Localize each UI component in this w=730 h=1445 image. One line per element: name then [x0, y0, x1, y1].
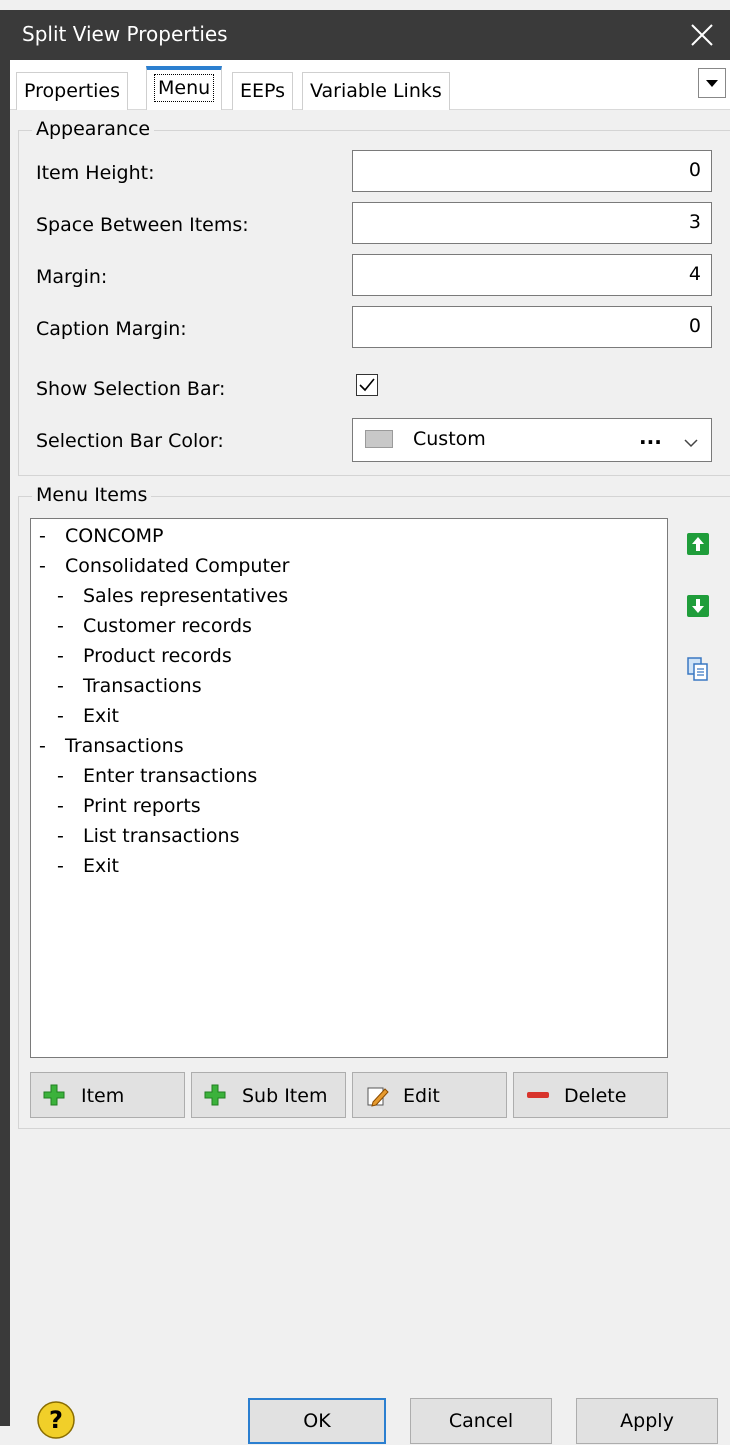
checkmark-icon [359, 378, 375, 392]
list-item[interactable]: - Consolidated Computer [39, 555, 289, 577]
move-down-icon[interactable] [686, 594, 710, 618]
list-item[interactable]: - Exit [57, 705, 119, 727]
menu-items-group-label: Menu Items [32, 484, 152, 506]
svg-text:?: ? [49, 1406, 63, 1434]
list-item[interactable]: - Transactions [39, 735, 184, 757]
list-item[interactable]: - Exit [57, 855, 119, 877]
caption-margin-label: Caption Margin: [36, 318, 187, 340]
selection-bar-color-label: Selection Bar Color: [36, 430, 224, 452]
pencil-icon [365, 1084, 389, 1113]
tab-variable-links[interactable]: Variable Links [302, 72, 450, 110]
margin-label: Margin: [36, 266, 108, 288]
apply-button[interactable]: Apply [576, 1398, 718, 1444]
add-sub-item-button[interactable]: Sub Item [191, 1072, 346, 1118]
window-frame-left [0, 10, 10, 1426]
caption-margin-field[interactable]: 0 [352, 306, 712, 348]
edit-button[interactable]: Edit [352, 1072, 507, 1118]
item-height-label: Item Height: [36, 162, 155, 184]
selection-bar-color-value: Custom [413, 428, 486, 450]
appearance-group-bottom [18, 475, 730, 476]
plus-icon [43, 1084, 65, 1111]
title-bar[interactable]: Split View Properties [8, 10, 730, 60]
show-selection-bar-checkbox[interactable] [356, 374, 378, 396]
minus-icon [526, 1084, 550, 1111]
space-between-field[interactable]: 3 [352, 202, 712, 244]
selection-bar-color-combo[interactable]: Custom ... [352, 418, 712, 462]
plus-icon [204, 1084, 226, 1111]
tab-properties[interactable]: Properties [16, 72, 129, 110]
close-icon[interactable] [682, 16, 722, 54]
move-up-icon[interactable] [686, 532, 710, 556]
menu-items-group-bottom [18, 1128, 730, 1129]
tab-overflow-dropdown[interactable] [698, 68, 726, 98]
list-item[interactable]: - Transactions [57, 675, 202, 697]
color-picker-ellipsis[interactable]: ... [639, 425, 662, 449]
window-title: Split View Properties [22, 22, 228, 46]
show-selection-bar-label: Show Selection Bar: [36, 378, 226, 400]
cancel-button[interactable]: Cancel [410, 1398, 552, 1444]
list-item[interactable]: - Sales representatives [57, 585, 288, 607]
list-item[interactable]: - Customer records [57, 615, 252, 637]
list-item[interactable]: - Product records [57, 645, 232, 667]
list-item[interactable]: - Enter transactions [57, 765, 257, 787]
list-item[interactable]: - CONCOMP [39, 525, 164, 547]
copy-icon[interactable] [686, 656, 710, 681]
tab-eeps[interactable]: EEPs [232, 72, 294, 110]
margin-field[interactable]: 4 [352, 254, 712, 296]
delete-button[interactable]: Delete [513, 1072, 668, 1118]
tab-strip: Properties Menu EEPs Variable Links [10, 60, 730, 110]
help-icon[interactable]: ? [36, 1400, 76, 1440]
appearance-group-label: Appearance [32, 118, 155, 140]
appearance-group-border [18, 130, 19, 475]
space-between-label: Space Between Items: [36, 214, 249, 236]
tab-menu[interactable]: Menu [146, 66, 223, 110]
item-height-field[interactable]: 0 [352, 150, 712, 192]
chevron-down-icon[interactable] [683, 431, 699, 455]
menu-items-group-border [18, 496, 19, 1128]
add-item-button[interactable]: Item [30, 1072, 185, 1118]
color-swatch [365, 430, 393, 448]
menu-items-list[interactable]: - CONCOMP - Consolidated Computer - Sales r… [30, 518, 668, 1058]
list-item[interactable]: - Print reports [57, 795, 201, 817]
ok-button[interactable]: OK [248, 1398, 386, 1444]
list-item[interactable]: - List transactions [57, 825, 239, 847]
